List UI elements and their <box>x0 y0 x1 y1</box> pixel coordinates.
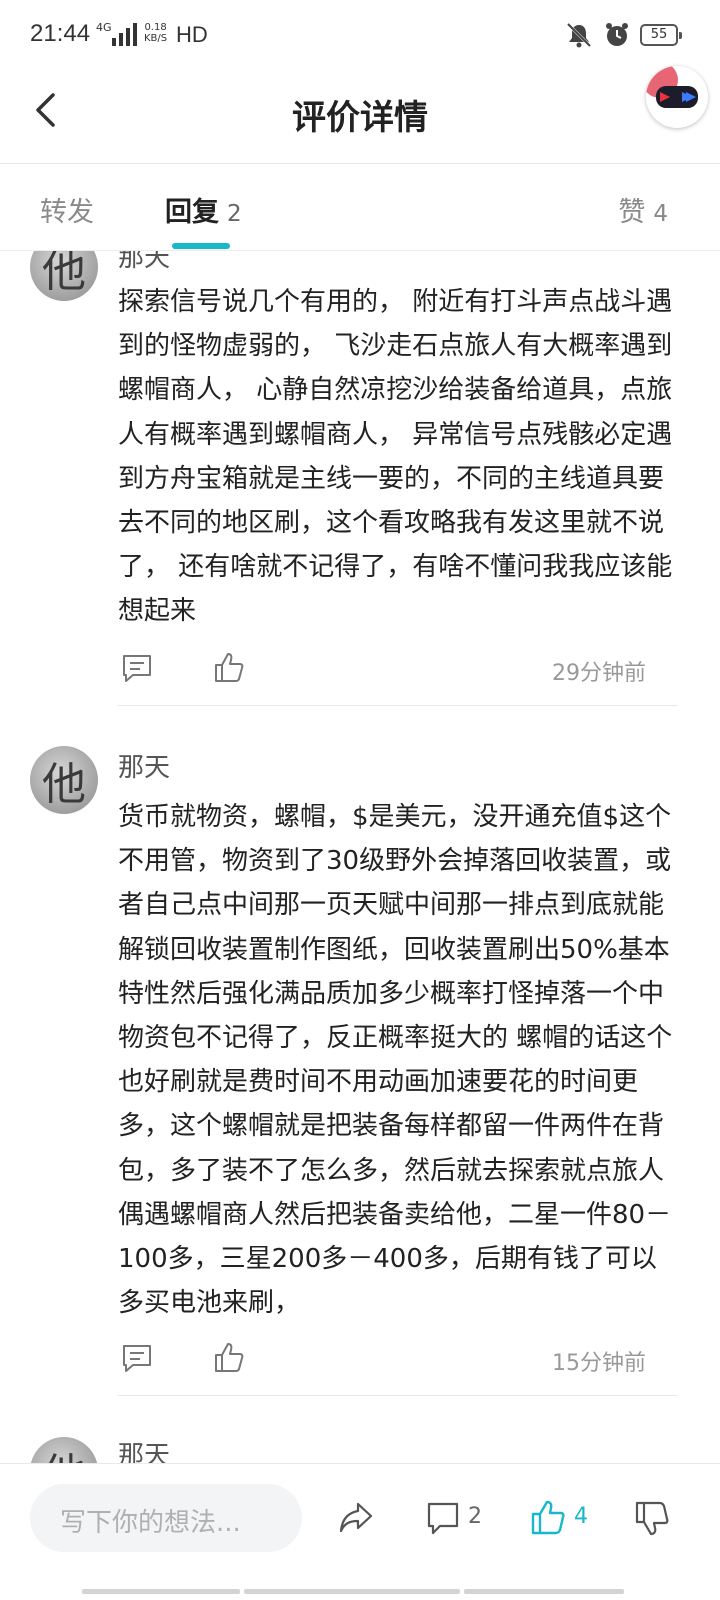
divider <box>118 1395 678 1396</box>
active-tab-indicator <box>172 243 230 249</box>
username[interactable]: 那天 <box>118 251 170 274</box>
tab-bar: 转发 回复 2 赞4 <box>0 165 720 251</box>
reply-text: 货币就物资，螺帽，$是美元，没开通充值$这个不用管，物资到了30级野外会掉落回收… <box>118 802 673 1319</box>
dislike-icon[interactable] <box>634 1498 670 1538</box>
avatar[interactable]: 他 <box>30 1437 98 1463</box>
status-icons: 55 <box>564 22 682 48</box>
like-icon[interactable] <box>212 651 246 685</box>
speed-value: 0.18 <box>144 22 167 33</box>
comment-input[interactable]: 写下你的想法... <box>30 1484 302 1552</box>
tab-like-label: 赞 <box>618 197 646 228</box>
status-bar: 21:44 4G 0.18 KB/S HD 55 <box>0 0 720 70</box>
tab-like[interactable]: 赞4 <box>618 190 668 229</box>
like-icon[interactable] <box>530 1498 566 1538</box>
reply-icon[interactable] <box>120 1341 154 1375</box>
comment-input-placeholder: 写下你的想法... <box>60 1508 241 1538</box>
page-title: 评价详情 <box>292 98 428 138</box>
divider <box>118 705 678 706</box>
avatar[interactable]: 他 <box>30 251 98 301</box>
username[interactable]: 那天 <box>118 1435 170 1463</box>
reply-time: 29分钟前 <box>552 661 646 686</box>
nav-indicator <box>244 1589 460 1594</box>
floating-assistant-icon[interactable] <box>646 66 708 128</box>
reply-actions: 15分钟前 <box>118 1341 678 1381</box>
bottom-bar: 写下你的想法... 2 4 <box>0 1463 720 1600</box>
battery-icon: 55 <box>640 24 682 46</box>
reply-text: 探索信号说几个有用的， 附近有打斗声点战斗遇到的怪物虚弱的， 飞沙走石点旅人有大… <box>118 287 673 627</box>
reply-icon[interactable] <box>120 651 154 685</box>
status-time: 21:44 <box>30 20 91 47</box>
tab-reply[interactable]: 回复 2 <box>165 190 242 229</box>
share-icon[interactable] <box>338 1498 374 1538</box>
like-count: 4 <box>574 1504 588 1529</box>
reply-actions: 29分钟前 <box>118 651 678 691</box>
nav-indicator <box>464 1589 624 1594</box>
reply-list[interactable]: 他 那天 探索信号说几个有用的， 附近有打斗声点战斗遇到的怪物虚弱的， 飞沙走石… <box>0 251 720 1463</box>
tab-reply-label: 回复 <box>165 197 219 228</box>
header: 评价详情 <box>0 66 720 164</box>
avatar[interactable]: 他 <box>30 746 98 814</box>
like-icon[interactable] <box>212 1341 246 1375</box>
tab-like-count: 4 <box>653 201 668 227</box>
mute-icon <box>566 22 592 48</box>
speed-unit: KB/S <box>144 33 168 44</box>
alarm-icon <box>606 23 628 46</box>
nav-indicator <box>82 1589 240 1594</box>
comment-count: 2 <box>468 1504 482 1529</box>
username[interactable]: 那天 <box>118 747 170 784</box>
tab-forward-label: 转发 <box>40 197 94 228</box>
comment-icon[interactable] <box>426 1498 460 1538</box>
tab-reply-count: 2 <box>227 201 242 227</box>
hd-indicator: HD <box>176 22 208 47</box>
game-controller-icon <box>646 66 698 108</box>
reply-time: 15分钟前 <box>552 1351 646 1376</box>
signal-icon <box>112 23 137 46</box>
tab-forward[interactable]: 转发 <box>40 190 94 229</box>
network-speed: 0.18 KB/S <box>144 22 167 44</box>
